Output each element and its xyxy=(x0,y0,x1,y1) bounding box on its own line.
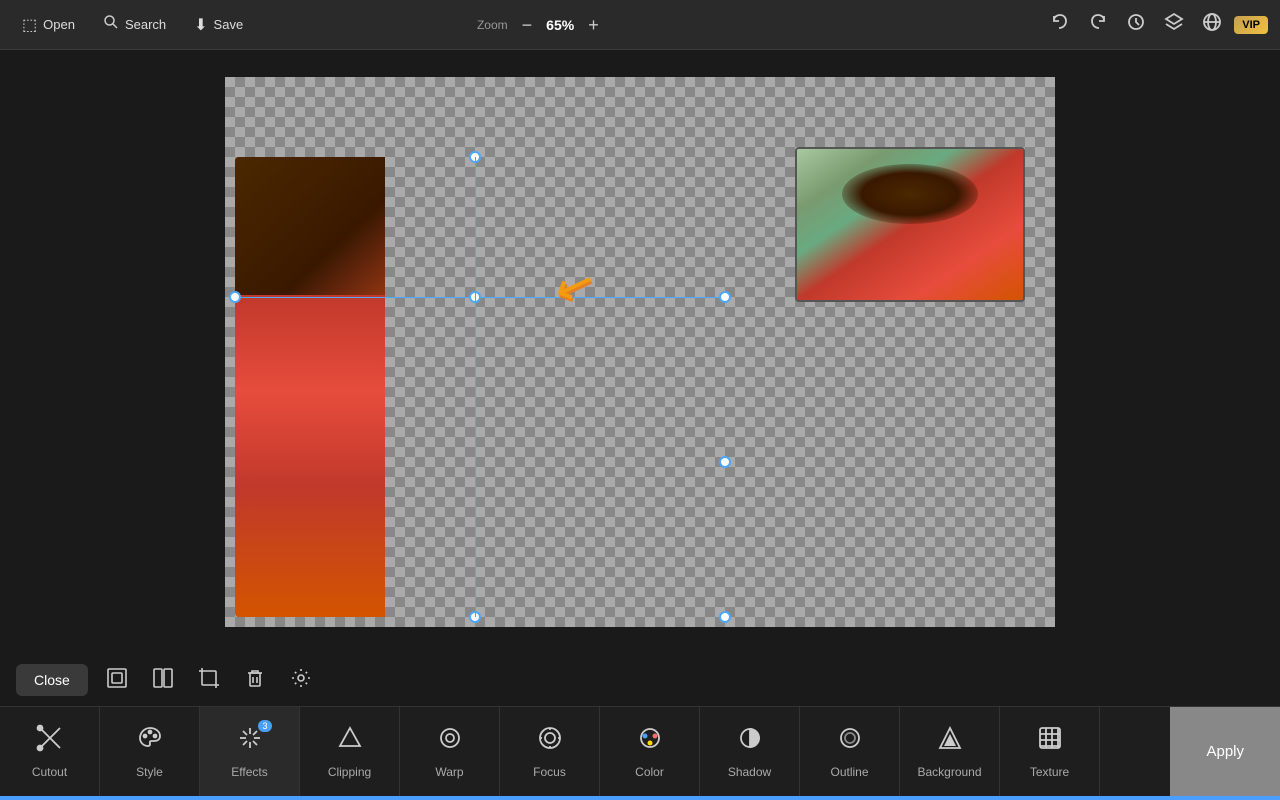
transparent-right xyxy=(385,157,725,617)
layers-button[interactable] xyxy=(1158,6,1190,43)
thumbnail-image xyxy=(797,149,1023,300)
translate-button[interactable] xyxy=(1196,6,1228,43)
delete-tool-button[interactable] xyxy=(234,659,276,702)
apply-button[interactable]: Apply xyxy=(1170,707,1280,796)
undo-button[interactable] xyxy=(1044,6,1076,43)
style-label: Style xyxy=(136,765,163,779)
thumbnail-preview xyxy=(795,147,1025,302)
search-icon xyxy=(103,14,119,35)
focus-label: Focus xyxy=(533,765,566,779)
color-icon xyxy=(636,724,664,759)
menu-item-clipping[interactable]: Clipping xyxy=(300,707,400,796)
thumbnail-hair xyxy=(842,164,978,224)
menu-item-cutout[interactable]: Cutout xyxy=(0,707,100,796)
warp-label: Warp xyxy=(435,765,463,779)
topbar-right: VIP xyxy=(1044,6,1268,43)
frame-tool-button[interactable] xyxy=(96,659,138,702)
menu-item-effects[interactable]: 3 Effects xyxy=(200,707,300,796)
clipping-label: Clipping xyxy=(328,765,371,779)
warp-icon xyxy=(436,724,464,759)
topbar: ⬚ Open Search ⬇ Save Zoom − 65% + xyxy=(0,0,1280,50)
zoom-value: 65% xyxy=(546,17,574,33)
shadow-label: Shadow xyxy=(728,765,771,779)
outline-icon xyxy=(836,724,864,759)
bottom-toolbar: Close xyxy=(0,654,1280,706)
outline-label: Outline xyxy=(830,765,868,779)
menu-item-focus[interactable]: Focus xyxy=(500,707,600,796)
effects-label: Effects xyxy=(231,765,267,779)
menu-item-warp[interactable]: Warp xyxy=(400,707,500,796)
progress-bar xyxy=(0,796,1280,800)
bottom-menu: Cutout Style 3 xyxy=(0,706,1280,796)
close-button[interactable]: Close xyxy=(16,664,88,696)
redo-button[interactable] xyxy=(1082,6,1114,43)
texture-icon xyxy=(1036,724,1064,759)
effects-badge: 3 xyxy=(258,720,271,732)
subject-image xyxy=(235,157,725,617)
menu-item-shadow[interactable]: Shadow xyxy=(700,707,800,796)
canvas-board: ↙ xyxy=(225,77,1055,627)
menu-item-style[interactable]: Style xyxy=(100,707,200,796)
split-tool-button[interactable] xyxy=(142,659,184,702)
color-label: Color xyxy=(635,765,664,779)
clipping-icon xyxy=(336,724,364,759)
history-button[interactable] xyxy=(1120,6,1152,43)
save-button[interactable]: ⬇ Save xyxy=(184,9,253,41)
canvas-container[interactable]: ↙ xyxy=(0,50,1280,654)
cutout-label: Cutout xyxy=(32,765,67,779)
crop-tool-button[interactable] xyxy=(188,659,230,702)
zoom-minus-button[interactable]: − xyxy=(516,14,539,36)
background-icon xyxy=(936,724,964,759)
background-label: Background xyxy=(917,765,981,779)
settings-tool-button[interactable] xyxy=(280,659,322,702)
search-button[interactable]: Search xyxy=(93,8,176,41)
menu-item-outline[interactable]: Outline xyxy=(800,707,900,796)
save-icon: ⬇ xyxy=(194,15,207,35)
menu-item-background[interactable]: Background xyxy=(900,707,1000,796)
cutout-icon xyxy=(36,724,64,759)
zoom-plus-button[interactable]: + xyxy=(582,14,605,36)
open-icon: ⬚ xyxy=(22,15,37,35)
vip-badge[interactable]: VIP xyxy=(1234,16,1268,34)
zoom-area: Zoom − 65% + xyxy=(477,14,605,36)
shadow-icon xyxy=(736,724,764,759)
open-button[interactable]: ⬚ Open xyxy=(12,9,85,41)
menu-item-color[interactable]: Color xyxy=(600,707,700,796)
texture-label: Texture xyxy=(1030,765,1069,779)
menu-item-texture[interactable]: Texture xyxy=(1000,707,1100,796)
main-area: ↙ Close xyxy=(0,50,1280,706)
progress-bar-fill xyxy=(0,796,1280,800)
focus-icon xyxy=(536,724,564,759)
style-icon xyxy=(136,724,164,759)
effects-icon: 3 xyxy=(236,724,264,759)
